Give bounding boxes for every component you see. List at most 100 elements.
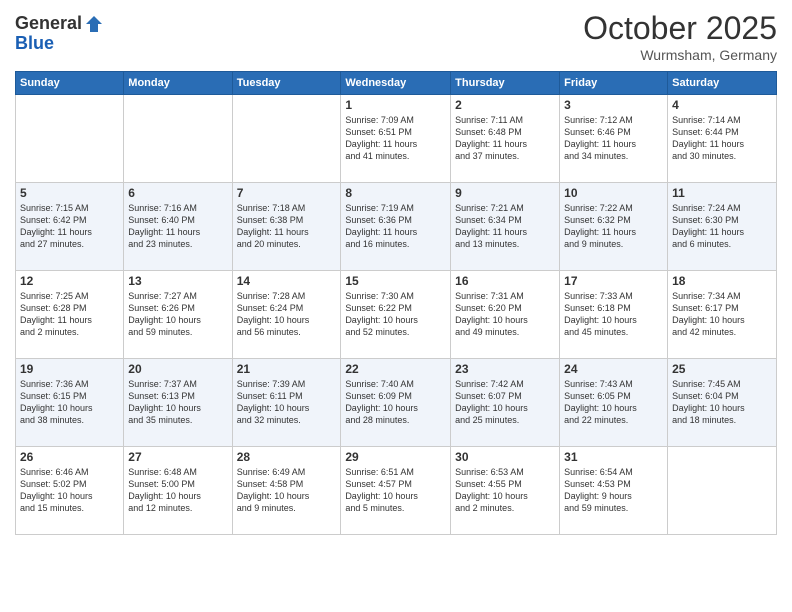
col-saturday: Saturday bbox=[668, 72, 777, 95]
day-info: Sunrise: 7:15 AM Sunset: 6:42 PM Dayligh… bbox=[20, 202, 119, 251]
col-tuesday: Tuesday bbox=[232, 72, 341, 95]
calendar-cell bbox=[668, 447, 777, 535]
day-number: 11 bbox=[672, 186, 772, 200]
day-number: 19 bbox=[20, 362, 119, 376]
calendar-cell bbox=[16, 95, 124, 183]
day-number: 6 bbox=[128, 186, 227, 200]
day-info: Sunrise: 7:34 AM Sunset: 6:17 PM Dayligh… bbox=[672, 290, 772, 339]
day-number: 9 bbox=[455, 186, 555, 200]
col-sunday: Sunday bbox=[16, 72, 124, 95]
day-number: 10 bbox=[564, 186, 663, 200]
day-number: 12 bbox=[20, 274, 119, 288]
day-number: 28 bbox=[237, 450, 337, 464]
calendar-cell: 17Sunrise: 7:33 AM Sunset: 6:18 PM Dayli… bbox=[560, 271, 668, 359]
day-info: Sunrise: 6:53 AM Sunset: 4:55 PM Dayligh… bbox=[455, 466, 555, 515]
calendar-cell bbox=[124, 95, 232, 183]
calendar-cell: 29Sunrise: 6:51 AM Sunset: 4:57 PM Dayli… bbox=[341, 447, 451, 535]
logo-blue-text: Blue bbox=[15, 34, 104, 54]
day-info: Sunrise: 7:16 AM Sunset: 6:40 PM Dayligh… bbox=[128, 202, 227, 251]
calendar-cell: 11 Sunrise: 7:24 AM Sunset: 6:30 PM Dayli… bbox=[668, 183, 777, 271]
col-monday: Monday bbox=[124, 72, 232, 95]
calendar-cell: 26Sunrise: 6:46 AM Sunset: 5:02 PM Dayli… bbox=[16, 447, 124, 535]
day-number: 17 bbox=[564, 274, 663, 288]
day-info: Sunrise: 7:31 AM Sunset: 6:20 PM Dayligh… bbox=[455, 290, 555, 339]
calendar-cell bbox=[232, 95, 341, 183]
calendar-cell: 28 Sunrise: 6:49 AM Sunset: 4:58 PM Dayli… bbox=[232, 447, 341, 535]
day-number: 14 bbox=[237, 274, 337, 288]
day-number: 4 bbox=[672, 98, 772, 112]
calendar-week-2: 5 Sunrise: 7:15 AM Sunset: 6:42 PM Daylig… bbox=[16, 183, 777, 271]
day-info: Sunrise: 6:51 AM Sunset: 4:57 PM Dayligh… bbox=[345, 466, 446, 515]
page-container: General Blue October 2025 Wurmsham, Germ… bbox=[0, 0, 792, 545]
day-number: 25 bbox=[672, 362, 772, 376]
day-number: 2 bbox=[455, 98, 555, 112]
calendar-cell: 6 Sunrise: 7:16 AM Sunset: 6:40 PM Daylig… bbox=[124, 183, 232, 271]
day-info: Sunrise: 7:22 AM Sunset: 6:32 PM Dayligh… bbox=[564, 202, 663, 251]
day-info: Sunrise: 7:12 AM Sunset: 6:46 PM Dayligh… bbox=[564, 114, 663, 163]
day-info: Sunrise: 7:21 AM Sunset: 6:34 PM Dayligh… bbox=[455, 202, 555, 251]
calendar-cell: 1 Sunrise: 7:09 AM Sunset: 6:51 PM Daylig… bbox=[341, 95, 451, 183]
calendar-cell: 18Sunrise: 7:34 AM Sunset: 6:17 PM Dayli… bbox=[668, 271, 777, 359]
day-number: 30 bbox=[455, 450, 555, 464]
calendar-cell: 4 Sunrise: 7:14 AM Sunset: 6:44 PM Daylig… bbox=[668, 95, 777, 183]
calendar-cell: 24Sunrise: 7:43 AM Sunset: 6:05 PM Dayli… bbox=[560, 359, 668, 447]
calendar-cell: 5 Sunrise: 7:15 AM Sunset: 6:42 PM Daylig… bbox=[16, 183, 124, 271]
title-block: October 2025 Wurmsham, Germany bbox=[583, 10, 777, 63]
day-number: 27 bbox=[128, 450, 227, 464]
day-info: Sunrise: 7:11 AM Sunset: 6:48 PM Dayligh… bbox=[455, 114, 555, 163]
day-number: 31 bbox=[564, 450, 663, 464]
day-info: Sunrise: 7:36 AM Sunset: 6:15 PM Dayligh… bbox=[20, 378, 119, 427]
day-number: 15 bbox=[345, 274, 446, 288]
col-wednesday: Wednesday bbox=[341, 72, 451, 95]
calendar-cell: 22Sunrise: 7:40 AM Sunset: 6:09 PM Dayli… bbox=[341, 359, 451, 447]
calendar-cell: 15 Sunrise: 7:30 AM Sunset: 6:22 PM Dayli… bbox=[341, 271, 451, 359]
day-number: 20 bbox=[128, 362, 227, 376]
day-number: 1 bbox=[345, 98, 446, 112]
day-info: Sunrise: 7:45 AM Sunset: 6:04 PM Dayligh… bbox=[672, 378, 772, 427]
location-subtitle: Wurmsham, Germany bbox=[583, 47, 777, 63]
day-number: 5 bbox=[20, 186, 119, 200]
day-number: 7 bbox=[237, 186, 337, 200]
day-info: Sunrise: 6:49 AM Sunset: 4:58 PM Dayligh… bbox=[237, 466, 337, 515]
calendar-cell: 30 Sunrise: 6:53 AM Sunset: 4:55 PM Dayli… bbox=[451, 447, 560, 535]
header: General Blue October 2025 Wurmsham, Germ… bbox=[15, 10, 777, 63]
day-number: 3 bbox=[564, 98, 663, 112]
day-info: Sunrise: 7:25 AM Sunset: 6:28 PM Dayligh… bbox=[20, 290, 119, 339]
calendar-cell: 3 Sunrise: 7:12 AM Sunset: 6:46 PM Daylig… bbox=[560, 95, 668, 183]
calendar-cell: 31Sunrise: 6:54 AM Sunset: 4:53 PM Dayli… bbox=[560, 447, 668, 535]
day-info: Sunrise: 7:09 AM Sunset: 6:51 PM Dayligh… bbox=[345, 114, 446, 163]
calendar-cell: 20 Sunrise: 7:37 AM Sunset: 6:13 PM Dayli… bbox=[124, 359, 232, 447]
day-number: 24 bbox=[564, 362, 663, 376]
calendar-cell: 14Sunrise: 7:28 AM Sunset: 6:24 PM Dayli… bbox=[232, 271, 341, 359]
day-info: Sunrise: 7:39 AM Sunset: 6:11 PM Dayligh… bbox=[237, 378, 337, 427]
month-title: October 2025 bbox=[583, 10, 777, 47]
day-info: Sunrise: 7:14 AM Sunset: 6:44 PM Dayligh… bbox=[672, 114, 772, 163]
day-number: 8 bbox=[345, 186, 446, 200]
day-number: 23 bbox=[455, 362, 555, 376]
day-info: Sunrise: 6:46 AM Sunset: 5:02 PM Dayligh… bbox=[20, 466, 119, 515]
col-friday: Friday bbox=[560, 72, 668, 95]
day-info: Sunrise: 7:30 AM Sunset: 6:22 PM Dayligh… bbox=[345, 290, 446, 339]
calendar-cell: 10 Sunrise: 7:22 AM Sunset: 6:32 PM Dayli… bbox=[560, 183, 668, 271]
calendar-cell: 12 Sunrise: 7:25 AM Sunset: 6:28 PM Dayli… bbox=[16, 271, 124, 359]
day-info: Sunrise: 7:24 AM Sunset: 6:30 PM Dayligh… bbox=[672, 202, 772, 251]
calendar-cell: 19 Sunrise: 7:36 AM Sunset: 6:15 PM Dayli… bbox=[16, 359, 124, 447]
calendar-week-3: 12 Sunrise: 7:25 AM Sunset: 6:28 PM Dayli… bbox=[16, 271, 777, 359]
day-info: Sunrise: 7:18 AM Sunset: 6:38 PM Dayligh… bbox=[237, 202, 337, 251]
calendar-cell: 25 Sunrise: 7:45 AM Sunset: 6:04 PM Dayli… bbox=[668, 359, 777, 447]
logo-icon bbox=[84, 14, 104, 34]
calendar-table: Sunday Monday Tuesday Wednesday Thursday… bbox=[15, 71, 777, 535]
day-info: Sunrise: 7:42 AM Sunset: 6:07 PM Dayligh… bbox=[455, 378, 555, 427]
calendar-header-row: Sunday Monday Tuesday Wednesday Thursday… bbox=[16, 72, 777, 95]
col-thursday: Thursday bbox=[451, 72, 560, 95]
calendar-cell: 27 Sunrise: 6:48 AM Sunset: 5:00 PM Dayli… bbox=[124, 447, 232, 535]
day-info: Sunrise: 6:48 AM Sunset: 5:00 PM Dayligh… bbox=[128, 466, 227, 515]
calendar-week-5: 26Sunrise: 6:46 AM Sunset: 5:02 PM Dayli… bbox=[16, 447, 777, 535]
calendar-cell: 13Sunrise: 7:27 AM Sunset: 6:26 PM Dayli… bbox=[124, 271, 232, 359]
day-number: 22 bbox=[345, 362, 446, 376]
day-info: Sunrise: 7:37 AM Sunset: 6:13 PM Dayligh… bbox=[128, 378, 227, 427]
day-number: 16 bbox=[455, 274, 555, 288]
logo-general-text: General bbox=[15, 14, 82, 34]
calendar-cell: 2 Sunrise: 7:11 AM Sunset: 6:48 PM Daylig… bbox=[451, 95, 560, 183]
day-number: 13 bbox=[128, 274, 227, 288]
